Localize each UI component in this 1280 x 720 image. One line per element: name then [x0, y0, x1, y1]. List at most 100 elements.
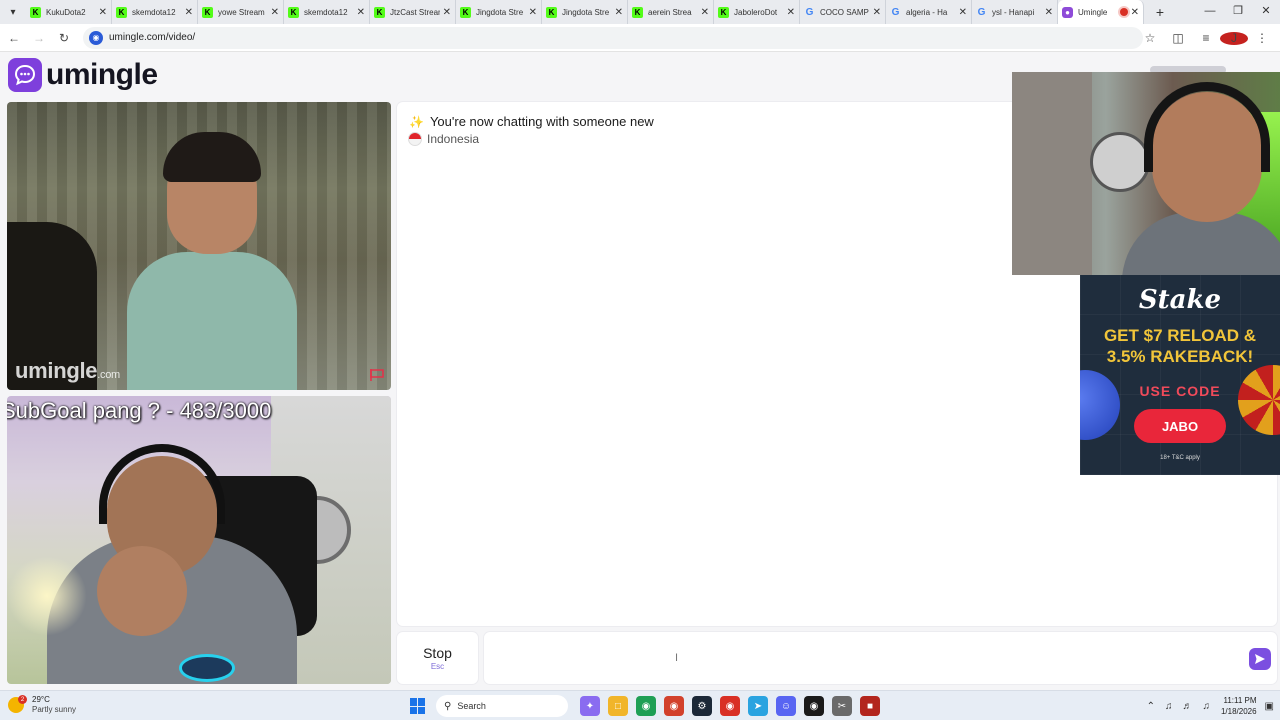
browser-tab[interactable]: Kyowe Stream ✕: [198, 0, 284, 24]
google-icon: G: [977, 6, 986, 18]
close-tab-icon[interactable]: ✕: [701, 7, 709, 18]
close-tab-icon[interactable]: ✕: [271, 7, 279, 18]
address-bar[interactable]: ◉ umingle.com/video/: [83, 26, 1143, 49]
kick-icon: K: [632, 6, 643, 18]
speaker-icon[interactable]: ♬: [1182, 701, 1192, 712]
kick-icon: K: [116, 6, 127, 18]
discord-icon[interactable]: ☺: [776, 696, 796, 716]
profile-avatar[interactable]: J: [1220, 31, 1248, 45]
menu-icon[interactable]: ⋮: [1248, 31, 1276, 45]
cam-fan: [1090, 132, 1150, 192]
ad-use-code: USE CODE: [1139, 383, 1221, 399]
telegram-icon[interactable]: ➤: [748, 696, 768, 716]
chat-notice-text: You're now chatting with someone new: [429, 114, 654, 129]
close-tab-icon[interactable]: ✕: [185, 7, 193, 18]
tab-title: ysl - Hanapi: [992, 7, 1035, 17]
reload-icon[interactable]: ↻: [53, 31, 75, 45]
umingle-logo[interactable]: umingle: [8, 58, 158, 92]
browser-tab[interactable]: G COCO SAMP ✕: [800, 0, 886, 24]
close-tab-icon[interactable]: ✕: [357, 7, 365, 18]
stranger-country: Indonesia: [408, 132, 479, 146]
close-tab-icon[interactable]: ✕: [787, 7, 795, 18]
sun-icon: 2: [8, 695, 27, 713]
browser-tab[interactable]: Kaerein Strea ✕: [628, 0, 714, 24]
browser-tab[interactable]: ● Umingle ✕: [1058, 0, 1144, 24]
clock-date: 1/18/2026: [1220, 707, 1257, 716]
site-info-icon[interactable]: ◉: [89, 30, 103, 45]
dota2-icon[interactable]: ■: [860, 696, 880, 716]
close-window-icon[interactable]: ✕: [1252, 0, 1280, 24]
browser-tab[interactable]: K Jingdota Stre ✕: [456, 0, 542, 24]
volume-icon[interactable]: ♫: [1202, 701, 1210, 712]
tab-title: aerein Strea: [648, 7, 692, 17]
kick-icon: K: [374, 6, 385, 18]
taskbar-search[interactable]: ⚲ Search: [436, 695, 568, 717]
url-text[interactable]: umingle.com/video/: [109, 32, 195, 43]
chrome-alt-icon[interactable]: ◉: [664, 696, 684, 716]
text-cursor-icon: I: [675, 652, 679, 664]
stop-button[interactable]: Stop Esc: [397, 632, 478, 684]
bookmark-star-icon[interactable]: ☆: [1136, 31, 1164, 45]
close-tab-icon[interactable]: ✕: [1131, 7, 1139, 18]
windows-start-icon[interactable]: [410, 698, 426, 714]
browser-tab[interactable]: K Jingdota Stre ✕: [542, 0, 628, 24]
tab-title: skemdota12: [132, 7, 176, 17]
chrome-icon[interactable]: ◉: [636, 696, 656, 716]
browser-tab[interactable]: K KukuDota2 ✕: [26, 0, 112, 24]
tray-chevron-icon[interactable]: ⌃: [1147, 701, 1155, 712]
chat-notice: ✨ You're now chatting with someone new: [409, 114, 654, 129]
close-tab-icon[interactable]: ✕: [443, 7, 451, 18]
stop-label: Stop: [423, 645, 452, 661]
browser-tab[interactable]: Kskemdota12 ✕: [284, 0, 370, 24]
close-tab-icon[interactable]: ✕: [1045, 7, 1053, 18]
kick-icon: K: [30, 6, 41, 18]
file-explorer-icon[interactable]: □: [608, 696, 628, 716]
chrome-profile-icon[interactable]: ◉: [720, 696, 740, 716]
copilot-icon[interactable]: ✦: [580, 696, 600, 716]
message-input[interactable]: [492, 642, 1232, 674]
clock[interactable]: 11:11 PM 1/18/2026: [1221, 695, 1257, 717]
back-icon[interactable]: ←: [3, 31, 25, 45]
steam-icon[interactable]: ⚙: [692, 696, 712, 716]
notification-bell-icon[interactable]: ▣: [1265, 701, 1274, 712]
stranger-video: umingle.com: [7, 102, 391, 390]
recording-indicator-icon: [1119, 8, 1128, 16]
media-controls-icon[interactable]: ≡: [1192, 31, 1220, 45]
close-tab-icon[interactable]: ✕: [529, 7, 537, 18]
close-tab-icon[interactable]: ✕: [873, 7, 881, 18]
close-tab-icon[interactable]: ✕: [959, 7, 967, 18]
maximize-icon[interactable]: ❐: [1224, 0, 1252, 24]
close-tab-icon[interactable]: ✕: [99, 7, 107, 18]
kick-icon: K: [288, 6, 299, 18]
browser-tab[interactable]: K JtzCast Stream ✕: [370, 0, 456, 24]
clock-time: 11:11 PM: [1223, 696, 1257, 705]
obs-icon[interactable]: ◉: [804, 696, 824, 716]
sparkle-icon: ✨: [409, 114, 424, 129]
tab-title: Umingle: [1078, 7, 1108, 17]
report-flag-icon[interactable]: [369, 368, 385, 382]
snipping-tool-icon[interactable]: ✂: [832, 696, 852, 716]
tab-search-caret-icon[interactable]: ▾: [0, 0, 26, 24]
weather-condition: Partly sunny: [32, 705, 77, 714]
person-headset: [99, 444, 225, 524]
new-tab-button[interactable]: +: [1148, 4, 1172, 20]
extensions-icon[interactable]: ◫: [1164, 31, 1192, 45]
person-shirt: [127, 252, 297, 390]
tab-title: Jingdota Stre: [562, 7, 610, 17]
tab-title: algeria - Ha: [906, 7, 948, 17]
ad-brand: Stake: [1138, 285, 1222, 315]
microphone-icon[interactable]: ♫: [1165, 701, 1173, 712]
browser-tab[interactable]: Kskemdota12 ✕: [112, 0, 198, 24]
browser-tab[interactable]: K JaboleroDot ✕: [714, 0, 800, 24]
browser-tab[interactable]: Galgeria - Ha ✕: [886, 0, 972, 24]
video-light-glow: [7, 556, 87, 636]
weather-widget[interactable]: 2 29°C Partly sunny: [8, 695, 76, 715]
browser-tab[interactable]: Gysl - Hanapi ✕: [972, 0, 1058, 24]
tabs-container: K KukuDota2 ✕ Kskemdota12 ✕ Kyowe Stream ✕ Kske…: [26, 0, 1144, 24]
ad-terms: 18+ T&C apply: [1160, 455, 1200, 461]
forward-icon[interactable]: →: [28, 31, 50, 45]
stake-ad: Stake GET $7 RELOAD & 3.5% RAKEBACK! USE…: [1080, 275, 1280, 475]
minimize-icon[interactable]: —: [1196, 0, 1224, 24]
send-button[interactable]: [1249, 648, 1271, 670]
close-tab-icon[interactable]: ✕: [615, 7, 623, 18]
